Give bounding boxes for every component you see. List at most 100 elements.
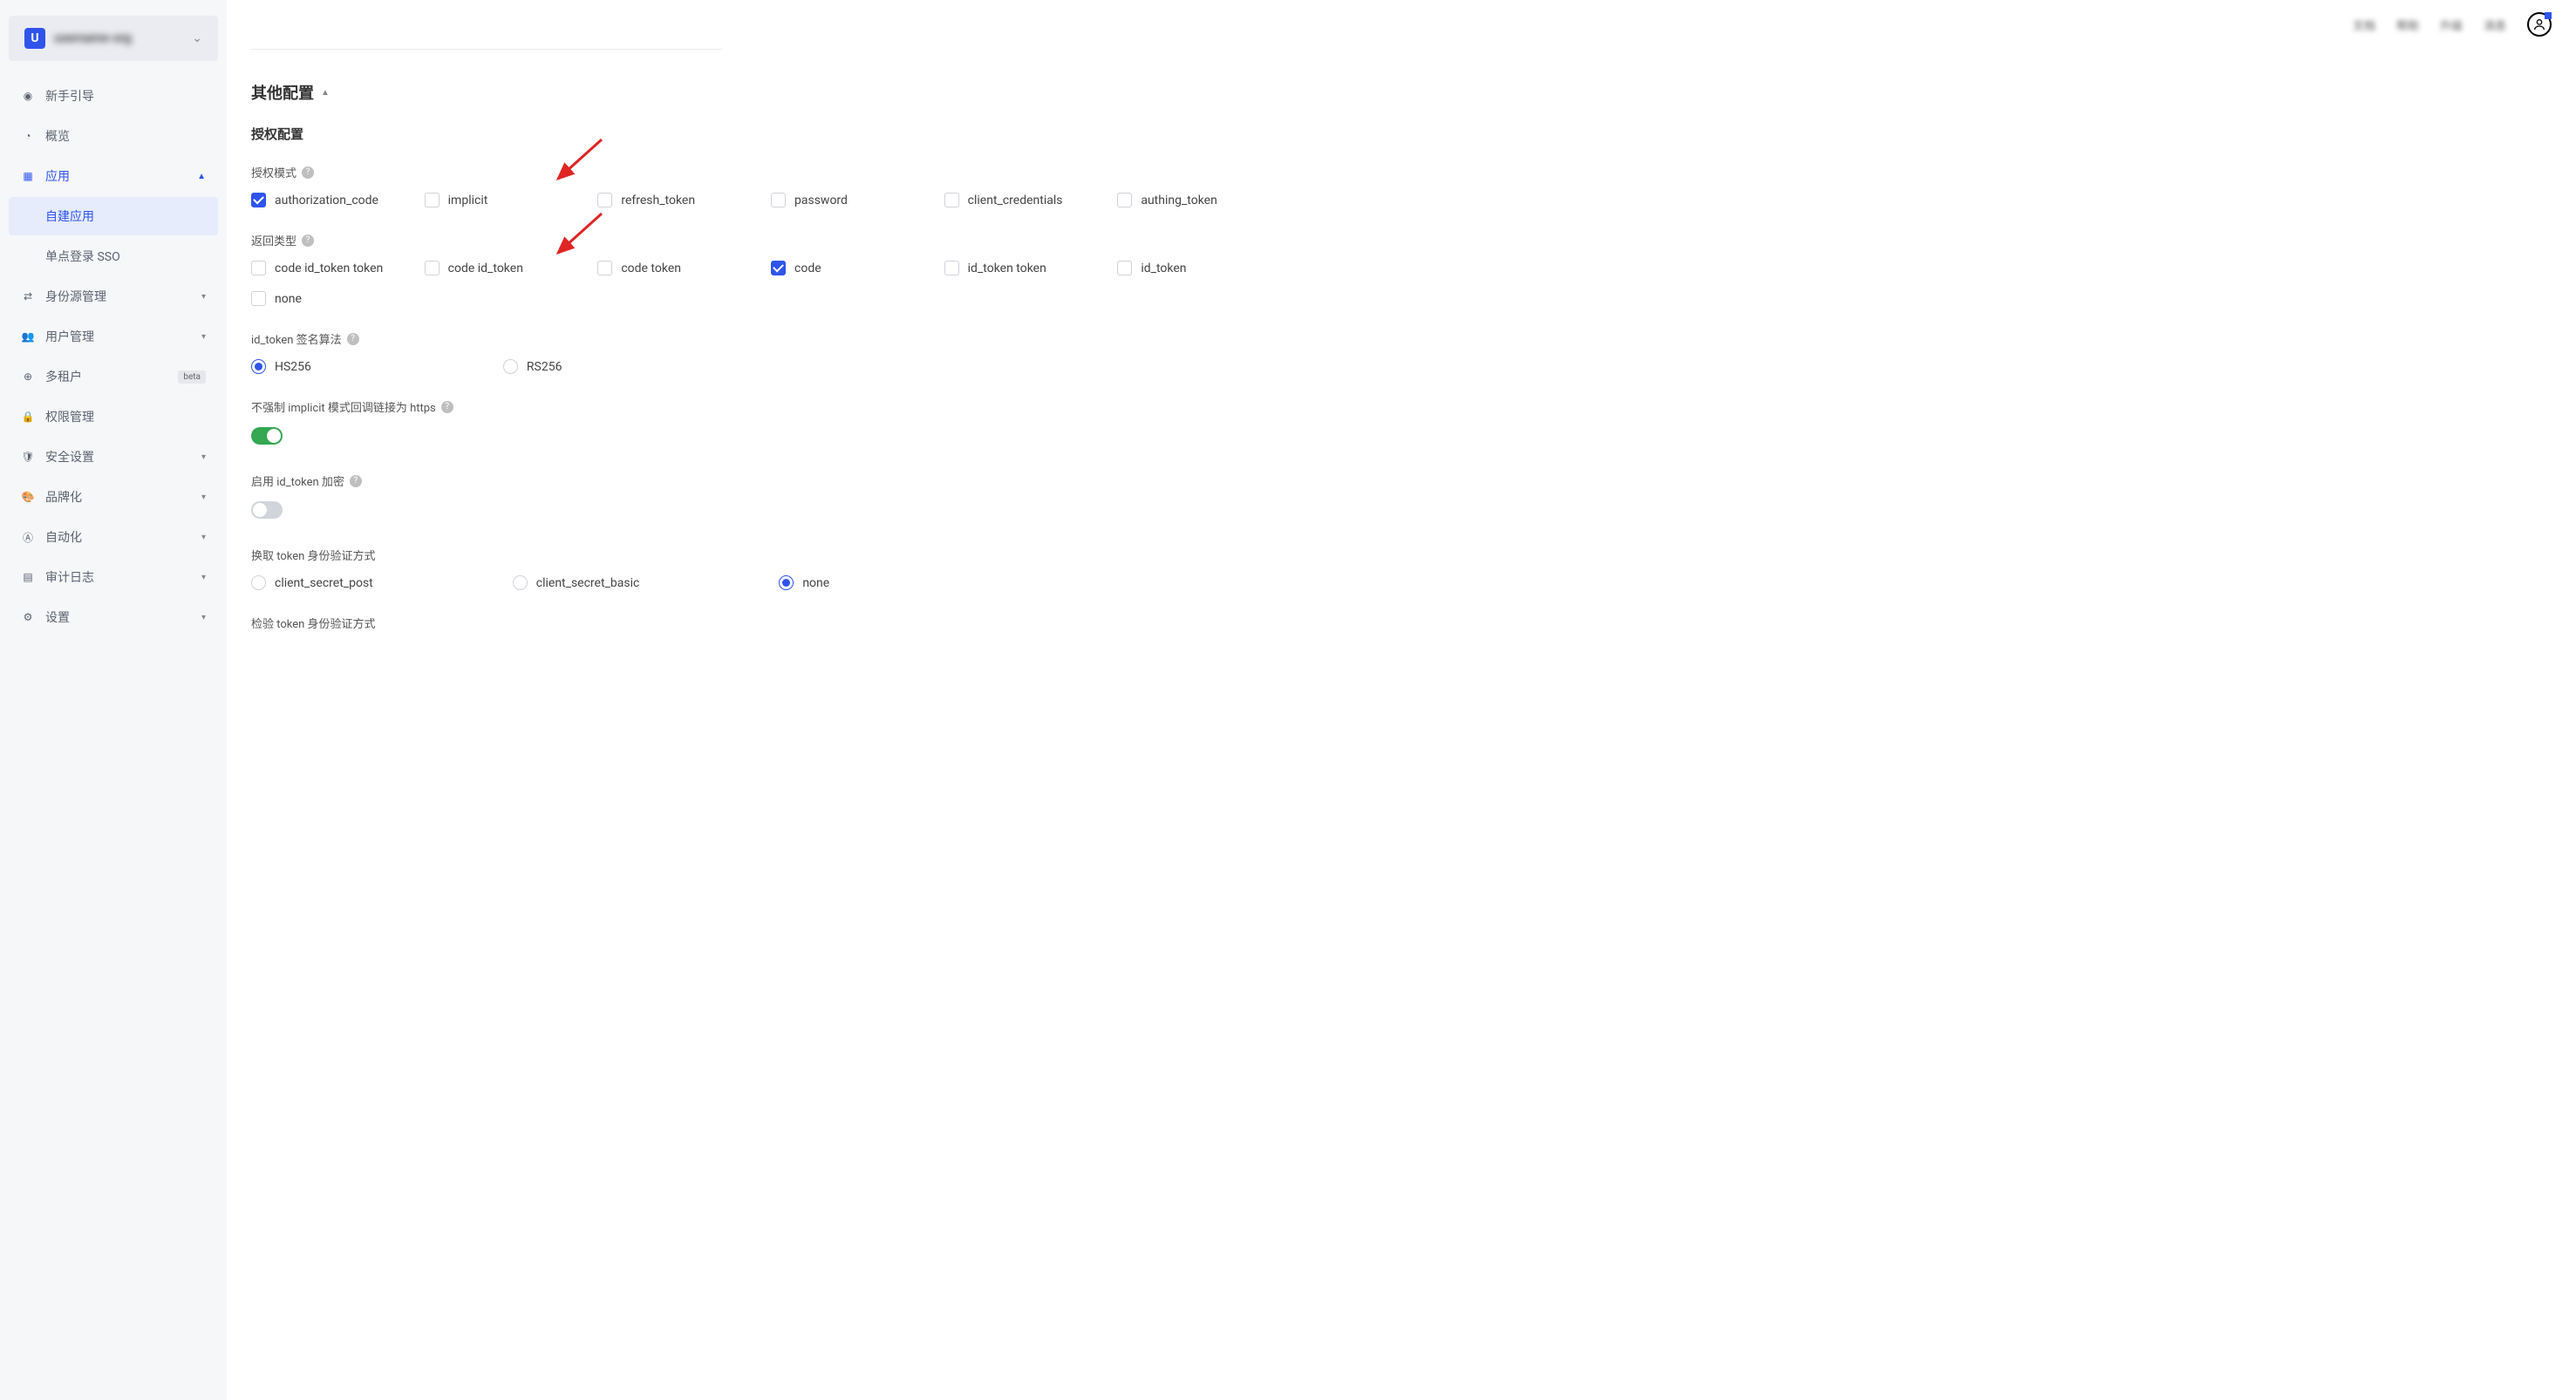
radio-label: client_secret_post [275, 576, 373, 590]
token-auth-option[interactable]: client_secret_basic [513, 575, 640, 590]
org-selector[interactable]: U username-org ⌄ [9, 16, 218, 61]
sidebar-item-identity[interactable]: ⇄ 身份源管理 ▾ [9, 277, 218, 316]
checkbox-label: implicit [448, 194, 488, 207]
grant-type-option[interactable]: password [771, 193, 934, 207]
topbar: 文档 帮助 升级 消息 [227, 0, 2576, 49]
sidebar-item-label: 多租户 [45, 368, 173, 385]
checkbox[interactable] [1117, 193, 1132, 207]
sidebar-item-apps[interactable]: ▦ 应用 ▲ [9, 157, 218, 195]
response-type-option[interactable]: code [771, 261, 934, 275]
sidebar-item-users[interactable]: 👥 用户管理 ▾ [9, 317, 218, 356]
sidebar-item-label: 新手引导 [45, 87, 206, 105]
checkbox-label: password [794, 194, 848, 207]
response-type-option[interactable]: code token [597, 261, 760, 275]
sidebar-sub-self-built[interactable]: 自建应用 [9, 197, 218, 235]
sidebar-sub-sso[interactable]: 单点登录 SSO [9, 237, 218, 275]
checkbox[interactable] [944, 193, 959, 207]
beta-badge: beta [178, 370, 206, 384]
topbar-link[interactable]: 消息 [2484, 17, 2506, 33]
help-icon[interactable]: ? [302, 234, 314, 247]
sidebar-item-settings[interactable]: ⚙ 设置 ▾ [9, 598, 218, 636]
topbar-link[interactable]: 文档 [2353, 17, 2375, 33]
checkbox-label: refresh_token [621, 194, 695, 207]
sidebar-item-overview[interactable]: ◔ 概览 [9, 117, 218, 155]
help-icon[interactable]: ? [441, 401, 453, 413]
sidebar-item-tenant[interactable]: ⊕ 多租户 beta [9, 357, 218, 396]
checkbox-label: authorization_code [275, 194, 378, 207]
field-label: 不强制 implicit 模式回调链接为 https ? [251, 398, 2552, 415]
sign-algo-option[interactable]: HS256 [251, 359, 311, 374]
globe-icon: ⊕ [21, 370, 35, 384]
sidebar-item-permission[interactable]: 🔒 权限管理 [9, 398, 218, 436]
radio[interactable] [503, 359, 518, 374]
topbar-link[interactable]: 帮助 [2396, 17, 2419, 33]
response-type-option[interactable]: id_token [1117, 261, 1280, 275]
checkbox[interactable] [1117, 261, 1132, 275]
token-auth-option[interactable]: none [779, 575, 829, 590]
caret-down-icon: ▾ [201, 332, 206, 342]
checkbox[interactable] [597, 261, 612, 275]
sidebar-item-label: 概览 [45, 127, 206, 145]
radio[interactable] [251, 359, 266, 374]
avatar[interactable] [2527, 12, 2552, 37]
radio[interactable] [251, 575, 266, 590]
response-type-option[interactable]: id_token token [944, 261, 1107, 275]
checkbox[interactable] [251, 193, 266, 207]
checkbox[interactable] [425, 193, 440, 207]
help-icon[interactable]: ? [302, 167, 314, 179]
grant-type-option[interactable]: authorization_code [251, 193, 414, 207]
help-icon[interactable]: ? [350, 475, 362, 487]
brush-icon: 🎨 [21, 490, 35, 504]
checkbox[interactable] [251, 261, 266, 275]
automation-icon: Ⓐ [21, 530, 35, 544]
radio[interactable] [779, 575, 794, 590]
response-type-option[interactable]: none [251, 291, 414, 306]
help-icon[interactable]: ? [347, 333, 359, 345]
caret-down-icon: ▾ [201, 533, 206, 542]
token-auth-option[interactable]: client_secret_post [251, 575, 373, 590]
field-response-type: 返回类型 ? code id_token token code id_token c… [251, 232, 2552, 306]
field-token-auth: 换取 token 身份验证方式 client_secret_post client… [251, 547, 2552, 590]
switch-no-https[interactable] [251, 427, 283, 445]
grant-type-option[interactable]: authing_token [1117, 193, 1280, 207]
label-text: id_token 签名算法 [251, 330, 342, 347]
section-title-text: 其他配置 [251, 81, 314, 104]
label-text: 检验 token 身份验证方式 [251, 615, 376, 631]
checkbox-label: id_token token [968, 262, 1046, 275]
checkbox[interactable] [425, 261, 440, 275]
radio-label: client_secret_basic [536, 576, 640, 590]
label-text: 换取 token 身份验证方式 [251, 547, 376, 563]
sign-algo-option[interactable]: RS256 [503, 359, 562, 374]
checkbox[interactable] [771, 261, 786, 275]
sidebar-item-guide[interactable]: ◉ 新手引导 [9, 77, 218, 115]
response-type-option[interactable]: code id_token token [251, 261, 414, 275]
checkbox[interactable] [771, 193, 786, 207]
response-type-option[interactable]: code id_token [425, 261, 588, 275]
switch-encrypt[interactable] [251, 501, 283, 519]
field-label: 返回类型 ? [251, 232, 2552, 248]
caret-down-icon: ▾ [201, 292, 206, 302]
sidebar-item-automation[interactable]: Ⓐ 自动化 ▾ [9, 518, 218, 556]
log-icon: ▤ [21, 570, 35, 584]
sidebar-item-audit[interactable]: ▤ 审计日志 ▾ [9, 558, 218, 596]
grant-type-option[interactable]: client_credentials [944, 193, 1107, 207]
checkbox[interactable] [251, 291, 266, 306]
sidebar-item-label: 审计日志 [45, 568, 201, 586]
radio[interactable] [513, 575, 528, 590]
checkbox[interactable] [597, 193, 612, 207]
section-other-config[interactable]: 其他配置 ▲ [251, 81, 330, 104]
label-text: 授权模式 [251, 164, 296, 180]
checkbox[interactable] [944, 261, 959, 275]
checkbox-label: id_token [1141, 262, 1186, 275]
grant-type-option[interactable]: refresh_token [597, 193, 760, 207]
sidebar-item-brand[interactable]: 🎨 品牌化 ▾ [9, 478, 218, 516]
grant-type-option[interactable]: implicit [425, 193, 588, 207]
checkbox-label: code id_token token [275, 262, 383, 275]
chevron-down-icon: ⌄ [192, 31, 202, 45]
radio-label: RS256 [527, 360, 562, 374]
field-label: 授权模式 ? [251, 164, 2552, 180]
sidebar-item-security[interactable]: 🛡 安全设置 ▾ [9, 438, 218, 476]
field-label: 检验 token 身份验证方式 [251, 615, 2552, 631]
checkbox-label: authing_token [1141, 194, 1216, 207]
topbar-link[interactable]: 升级 [2440, 17, 2463, 33]
